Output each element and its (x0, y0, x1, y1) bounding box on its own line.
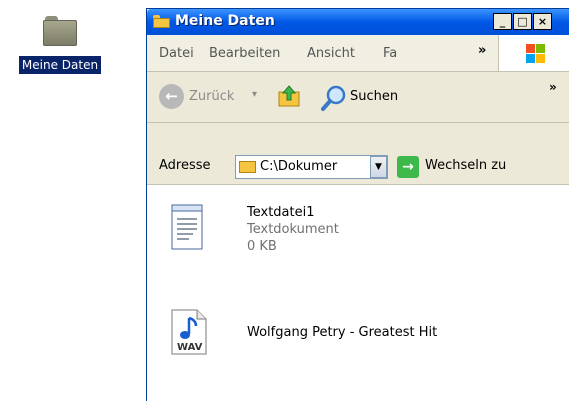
search-icon[interactable] (320, 84, 348, 112)
file-type: Textdokument (247, 222, 339, 237)
wav-badge: WAV (177, 342, 203, 353)
list-item[interactable]: WAV Wolfgang Petry - Greatest Hit (169, 308, 437, 360)
back-arrow-icon[interactable]: ← (159, 84, 184, 109)
address-label: Adresse (159, 158, 211, 173)
back-dropdown-icon[interactable]: ▾ (252, 89, 257, 100)
explorer-window: Meine Daten _ □ × Datei Bearbeiten Ansic… (146, 8, 569, 401)
folder-icon (239, 161, 256, 173)
file-size: 0 KB (247, 239, 277, 254)
toolbar-overflow-chevron-icon[interactable]: » (549, 80, 557, 94)
go-button-label[interactable]: Wechseln zu (425, 158, 506, 173)
address-input[interactable]: C:\Dokumer (235, 155, 388, 179)
text-document-icon (171, 204, 203, 250)
standard-toolbar: ← Zurück ▾ Suchen » (147, 72, 569, 123)
address-dropdown-icon[interactable]: ▼ (370, 156, 387, 178)
folder-icon (153, 15, 170, 28)
menu-favoriten[interactable]: Fa (383, 46, 397, 61)
menu-bar: Datei Bearbeiten Ansicht Fa » (147, 35, 569, 72)
address-bar: Adresse C:\Dokumer ▼ → Wechseln zu (147, 150, 569, 185)
file-list: Textdatei1 Textdokument 0 KB WAV Wolfgan… (147, 185, 569, 401)
go-arrow-icon[interactable]: → (397, 156, 419, 178)
menu-ansicht[interactable]: Ansicht (307, 46, 355, 61)
search-button-label[interactable]: Suchen (350, 89, 398, 104)
maximize-button[interactable]: □ (513, 13, 532, 30)
window-title: Meine Daten (175, 13, 275, 29)
desktop-icon-label: Meine Daten (18, 56, 102, 74)
folder-up-icon[interactable] (277, 84, 301, 108)
back-button-label[interactable]: Zurück (189, 89, 234, 104)
address-value[interactable]: C:\Dokumer (260, 159, 337, 174)
minimize-button[interactable]: _ (493, 13, 512, 30)
file-name: Wolfgang Petry - Greatest Hit (247, 325, 438, 340)
desktop-icon-meine-daten[interactable]: Meine Daten (4, 16, 116, 74)
title-bar[interactable]: Meine Daten _ □ × (147, 9, 569, 35)
windows-logo-icon (498, 35, 569, 71)
menu-datei[interactable]: Datei (159, 46, 194, 61)
file-name: Textdatei1 (247, 205, 315, 220)
menu-overflow-chevron-icon[interactable]: » (478, 43, 486, 58)
folder-icon (43, 16, 77, 46)
close-button[interactable]: × (533, 13, 552, 30)
list-item[interactable]: Textdatei1 Textdokument 0 KB (169, 203, 339, 255)
menu-bearbeiten[interactable]: Bearbeiten (209, 46, 280, 61)
